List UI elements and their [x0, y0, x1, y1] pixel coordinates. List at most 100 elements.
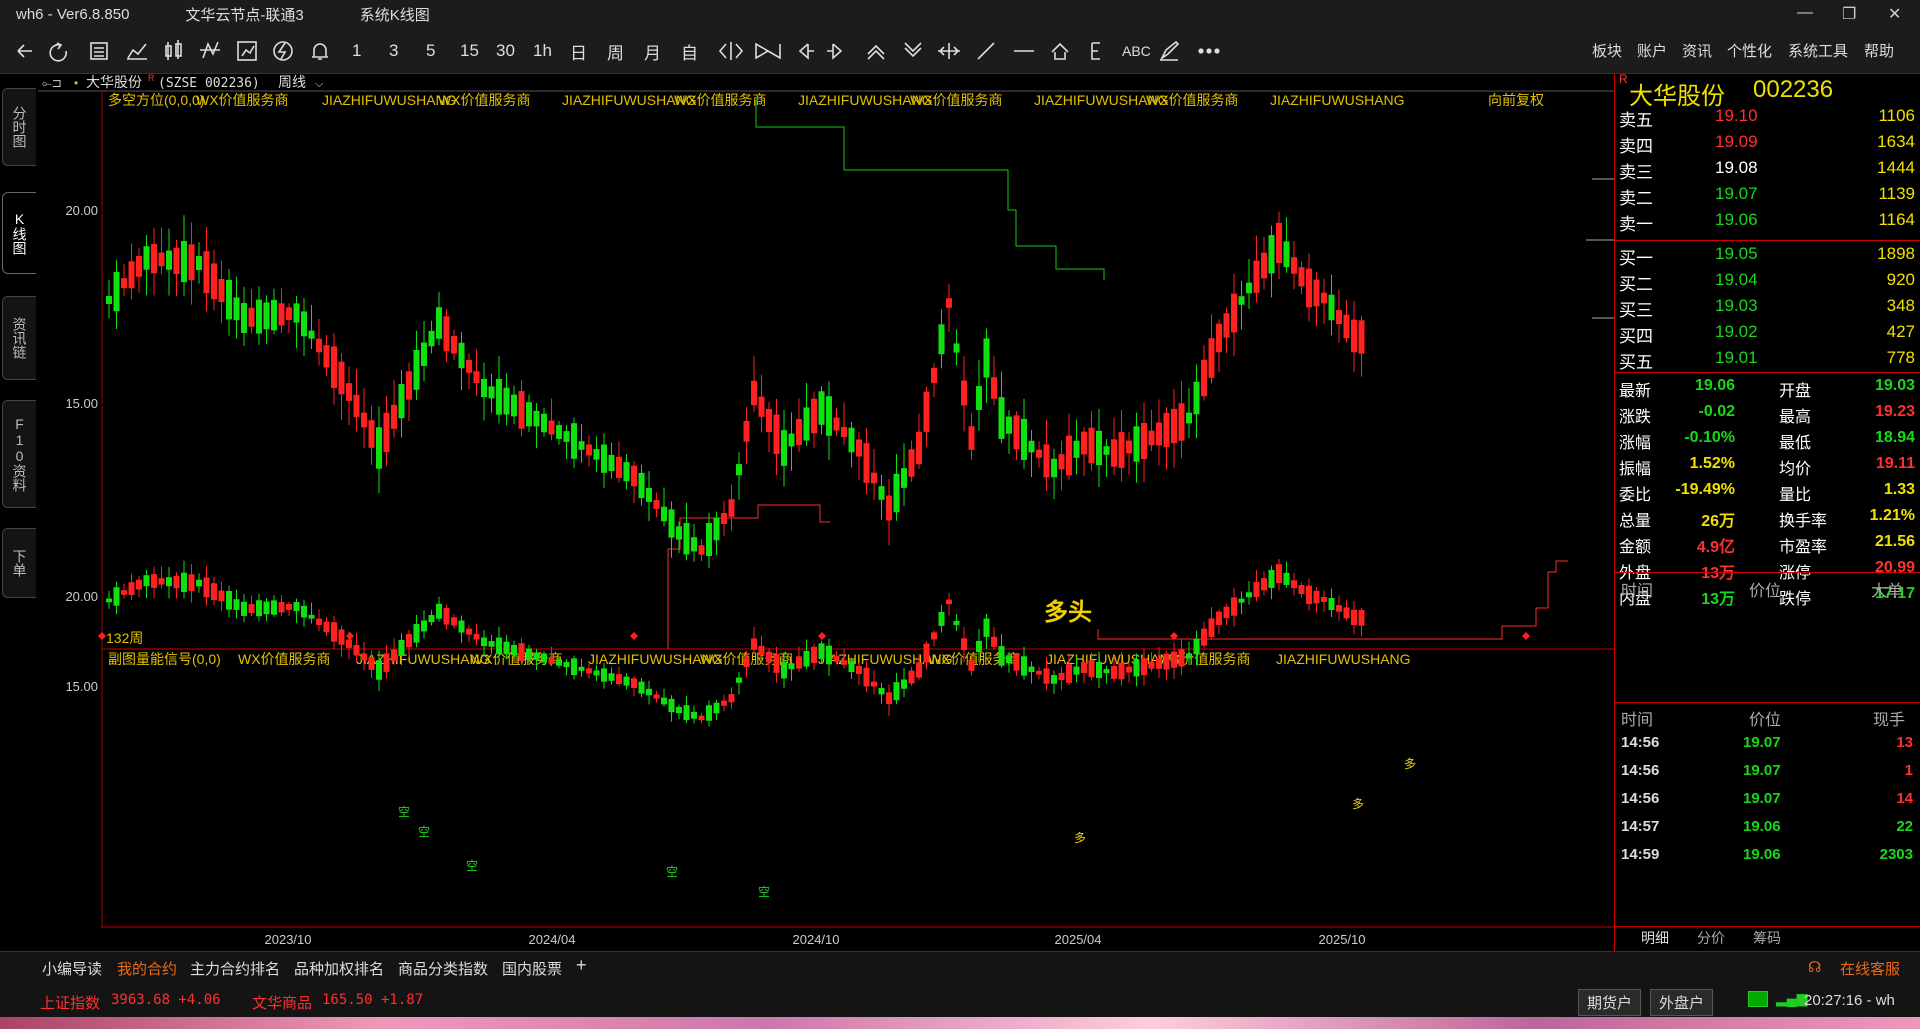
- crosshair-icon[interactable]: [938, 43, 960, 59]
- tab-chips[interactable]: 筹码: [1741, 928, 1793, 948]
- watermark-text: WX价值服务商: [238, 651, 331, 667]
- quote-row: 卖二 19.07 1139: [1615, 182, 1920, 208]
- next-icon[interactable]: [827, 43, 843, 60]
- futures-account-button[interactable]: 期货户: [1578, 989, 1642, 1016]
- foreign-account-button[interactable]: 外盘户: [1650, 989, 1714, 1016]
- tab-order[interactable]: 下单: [2, 528, 36, 598]
- split-icon[interactable]: [718, 42, 744, 60]
- keyboard-icon[interactable]: [1748, 991, 1768, 1007]
- menu-personalize[interactable]: 个性化: [1727, 40, 1772, 61]
- index-sh-name: 上证指数: [40, 995, 101, 1012]
- tick-row: 14:57 19.06 22: [1615, 815, 1920, 841]
- watermark-text: WX价值服务商: [1146, 92, 1239, 108]
- bid-level: 买五: [1619, 353, 1653, 372]
- bid-price: 19.04: [1715, 270, 1758, 289]
- watermark-text: WX价值服务商: [438, 92, 531, 108]
- online-service[interactable]: 在线客服: [1840, 958, 1900, 979]
- ask-level: 卖五: [1619, 111, 1653, 130]
- period-15m[interactable]: 15: [460, 38, 479, 64]
- lightning-icon[interactable]: [273, 41, 293, 61]
- period-month[interactable]: 月: [644, 38, 661, 64]
- tick-volume: 2303: [1879, 846, 1913, 863]
- menu-news[interactable]: 资讯: [1682, 40, 1712, 61]
- stat-value: -0.10%: [1684, 429, 1735, 446]
- chevron-down-icon[interactable]: ⌵: [315, 78, 324, 90]
- more-icon[interactable]: [1198, 48, 1220, 54]
- tab-timeshare[interactable]: 分时图: [2, 88, 36, 166]
- stat-label: 换手率: [1779, 513, 1828, 530]
- adjust-label[interactable]: 向前复权: [1488, 92, 1544, 108]
- rights-mark: R: [148, 74, 155, 83]
- period-30m[interactable]: 30: [496, 38, 515, 64]
- close-button[interactable]: ✕: [1888, 4, 1901, 24]
- signal-label: 多头: [1044, 599, 1092, 626]
- period-1m[interactable]: 1: [352, 38, 361, 64]
- prev-icon[interactable]: [798, 43, 814, 60]
- tab-detail[interactable]: 明细: [1629, 928, 1681, 948]
- text-icon[interactable]: [1091, 42, 1100, 60]
- tab-editor-guide[interactable]: 小编导读: [42, 958, 102, 979]
- period-3m[interactable]: 3: [389, 38, 398, 64]
- bell-icon[interactable]: [312, 43, 328, 60]
- stat-value: 1.33: [1883, 481, 1915, 498]
- zoom-out-icon[interactable]: [904, 42, 922, 58]
- table-icon[interactable]: [90, 42, 108, 60]
- menu-sector[interactable]: 板块: [1592, 40, 1622, 61]
- headset-icon[interactable]: ☊: [1808, 958, 1821, 976]
- back-arrow-icon[interactable]: [17, 44, 32, 58]
- tab-main-contract-rank[interactable]: 主力合约排名: [190, 958, 280, 979]
- pen-icon[interactable]: [1159, 40, 1180, 61]
- maximize-button[interactable]: ❐: [1842, 4, 1856, 24]
- period-5m[interactable]: 5: [426, 38, 435, 64]
- y-axis-label: 20.00: [65, 203, 98, 218]
- bowtie-icon[interactable]: [755, 42, 781, 60]
- line-chart-icon[interactable]: [127, 43, 147, 60]
- tab-f10[interactable]: F10资料: [2, 400, 36, 508]
- ask-volume: 1106: [1878, 106, 1915, 125]
- ask-volume: 1634: [1877, 132, 1915, 151]
- period-week[interactable]: 周: [607, 38, 624, 64]
- tab-my-contracts[interactable]: 我的合约: [117, 958, 178, 985]
- ask-volume: 1164: [1878, 210, 1915, 229]
- status-bar: 上证指数 3963.68 +4.06 文华商品 165.50 +1.87 期货户…: [0, 983, 1920, 1017]
- kline-chart[interactable]: ⟜⊐ • 大华股份 R (SZSE 002236) 周线 ⌵ 多空方位(0,0,…: [38, 74, 1614, 951]
- signal-marker: 空: [398, 805, 410, 819]
- tab-variety-weighted-rank[interactable]: 品种加权排名: [294, 958, 384, 979]
- big-order-header: 时间 价位 大单: [1615, 574, 1920, 600]
- save-chart-icon[interactable]: [237, 41, 257, 61]
- bid-level: 买四: [1619, 327, 1653, 346]
- tick-volume: 14: [1896, 790, 1913, 807]
- rights-mark: R: [1619, 72, 1628, 86]
- stat-label: 委比: [1619, 487, 1652, 504]
- tab-commodity-index[interactable]: 商品分类指数: [398, 958, 488, 979]
- desktop-background: [0, 1017, 1920, 1029]
- main-indicator-name: 多空方位(0,0,0): [108, 92, 204, 108]
- menu-system-tools[interactable]: 系统工具: [1788, 40, 1848, 61]
- period-selector[interactable]: 周线: [278, 74, 306, 90]
- menu-account[interactable]: 账户: [1637, 40, 1667, 61]
- zoom-in-icon[interactable]: [867, 44, 885, 60]
- tab-news-chain[interactable]: 资讯链: [2, 296, 36, 380]
- period-1h[interactable]: 1h: [533, 38, 552, 64]
- stat-label: 最低: [1779, 435, 1812, 452]
- server-name: 文华云节点-联通3: [185, 6, 304, 24]
- home-icon[interactable]: [1051, 42, 1069, 60]
- view-toggle-icon[interactable]: ⟜⊐: [42, 76, 62, 90]
- period-day[interactable]: 日: [570, 38, 587, 64]
- refresh-icon[interactable]: [49, 42, 67, 62]
- stat-label: 涨跌: [1619, 409, 1652, 426]
- wave-icon[interactable]: [200, 41, 220, 59]
- bid-price: 19.05: [1715, 244, 1758, 263]
- tick-row: 14:59 19.06 2303: [1615, 843, 1920, 869]
- add-tab-button[interactable]: +: [576, 955, 587, 976]
- draw-line-icon[interactable]: [977, 42, 995, 60]
- menu-help[interactable]: 帮助: [1864, 40, 1894, 61]
- minimize-button[interactable]: —: [1797, 4, 1813, 22]
- tick-volume: 1: [1904, 762, 1913, 779]
- tab-price-dist[interactable]: 分价: [1685, 928, 1737, 948]
- abc-button[interactable]: ABC: [1122, 38, 1151, 64]
- tab-kline[interactable]: K线图: [2, 192, 36, 274]
- tab-domestic-stocks[interactable]: 国内股票: [502, 958, 562, 979]
- candlestick-icon[interactable]: [165, 40, 182, 60]
- period-custom[interactable]: 自: [681, 38, 698, 64]
